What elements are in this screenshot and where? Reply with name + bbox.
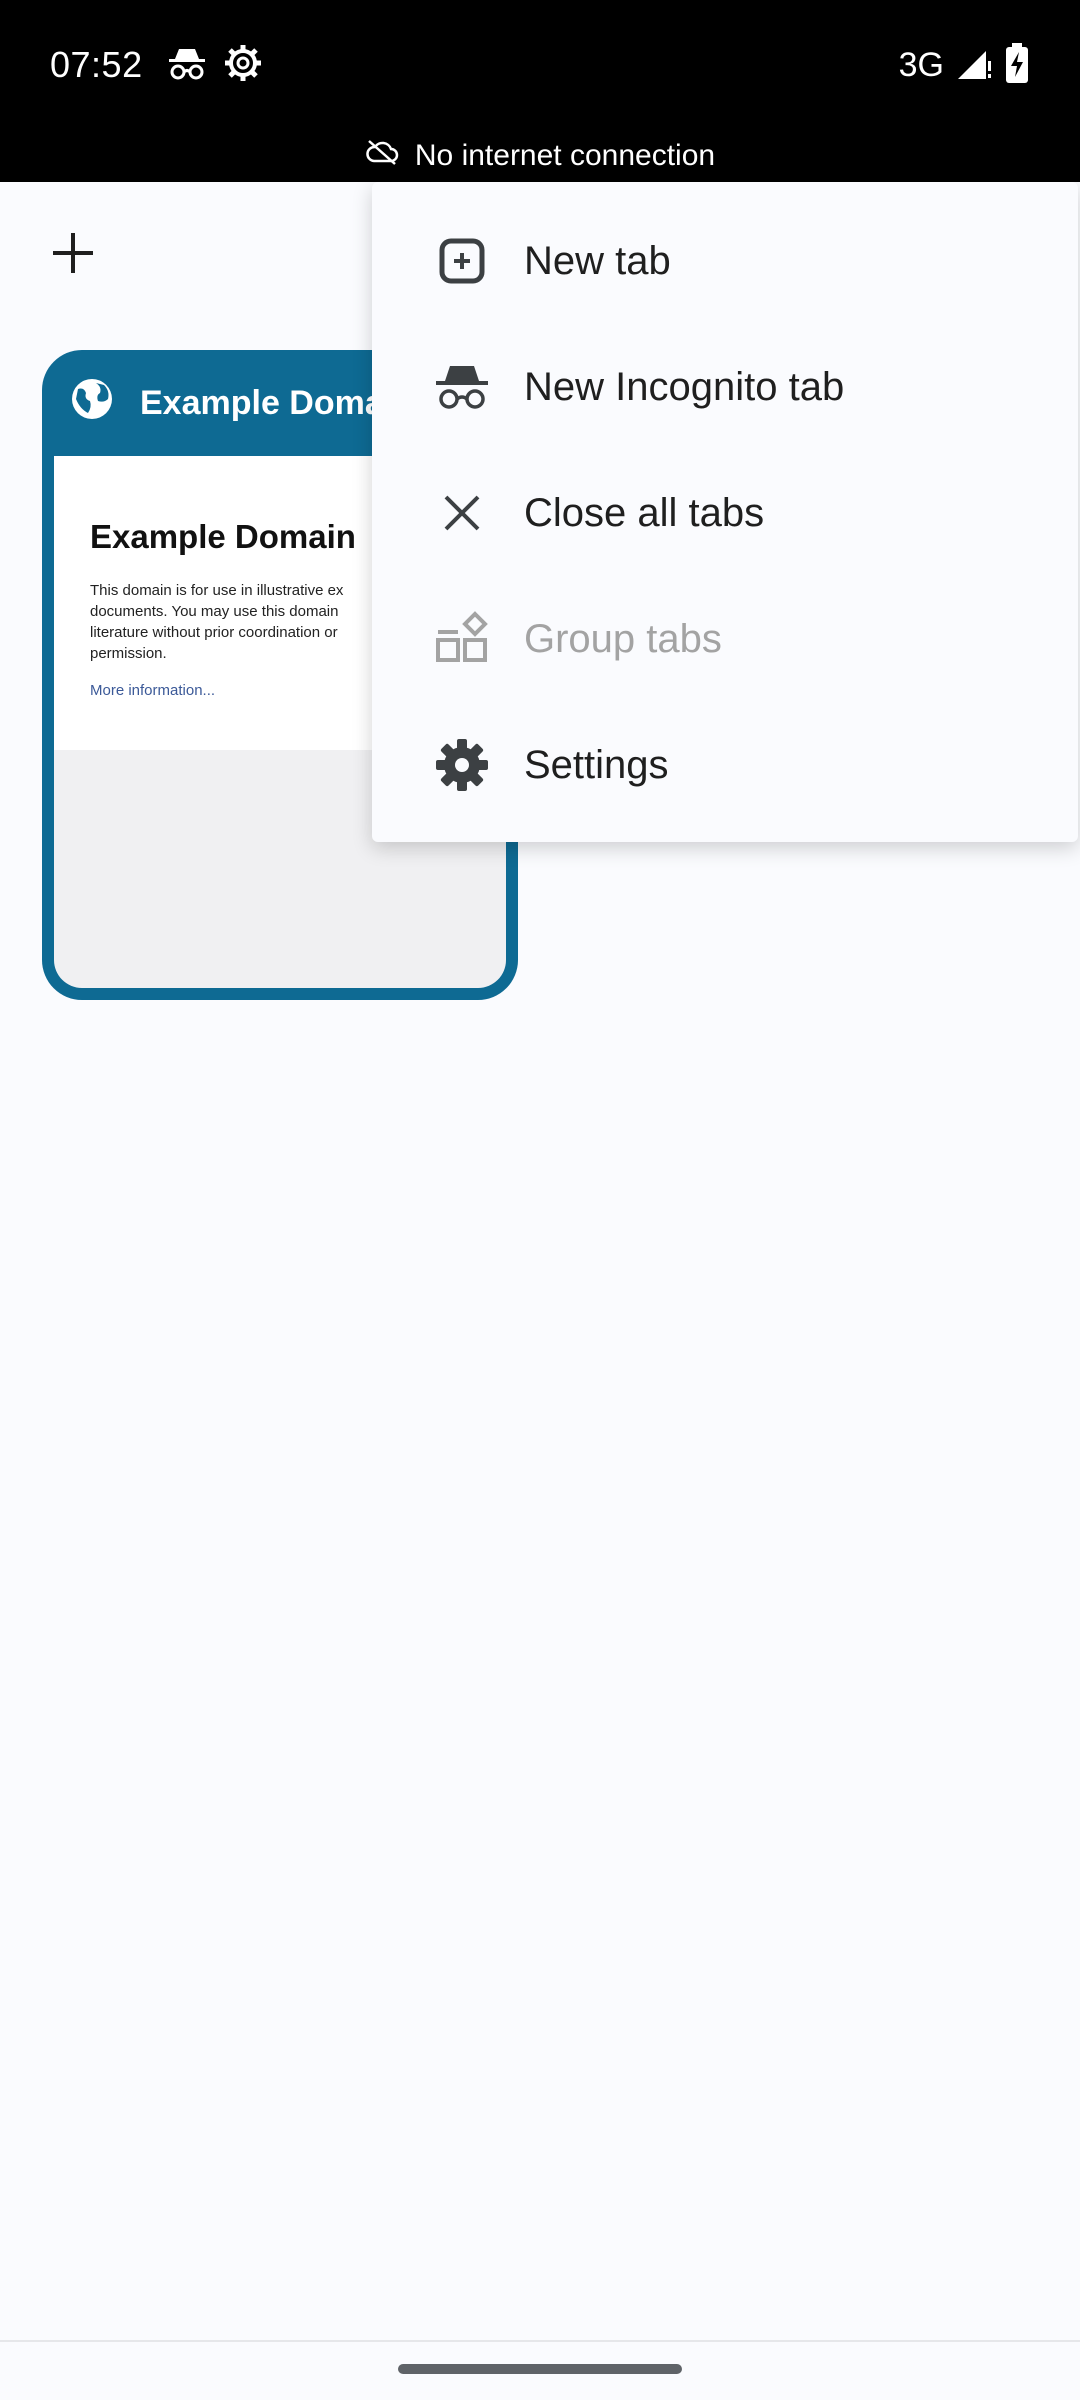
- plus-icon: [53, 233, 93, 273]
- overflow-menu: New tab New Incognito tab Close all tabs: [372, 182, 1078, 842]
- menu-item-label: Settings: [524, 742, 669, 787]
- settings-gear-icon: [223, 43, 263, 88]
- menu-item-label: New tab: [524, 238, 671, 283]
- group-tabs-icon: [432, 609, 492, 669]
- status-time: 07:52: [50, 44, 143, 85]
- gesture-navigation-bar[interactable]: [398, 2364, 682, 2374]
- menu-item-settings[interactable]: Settings: [372, 702, 1078, 828]
- signal-icon: [956, 45, 992, 86]
- network-type: 3G: [898, 45, 944, 84]
- menu-item-group-tabs[interactable]: Group tabs: [372, 576, 1078, 702]
- status-icons-right: 3G: [898, 42, 1030, 88]
- incognito-icon: [167, 45, 207, 86]
- new-tab-icon: [432, 231, 492, 291]
- menu-item-new-tab[interactable]: New tab: [372, 198, 1078, 324]
- offline-banner: No internet connection: [0, 130, 1080, 182]
- menu-item-close-all-tabs[interactable]: Close all tabs: [372, 450, 1078, 576]
- cloud-off-icon: [365, 139, 399, 173]
- bottom-divider: [0, 2340, 1080, 2342]
- close-icon: [432, 483, 492, 543]
- status-bar: 07:52 3G: [0, 0, 1080, 130]
- menu-item-label: Group tabs: [524, 616, 722, 661]
- battery-charging-icon: [1004, 42, 1030, 88]
- settings-icon: [432, 735, 492, 795]
- globe-icon: [70, 377, 114, 430]
- status-icons-left: [167, 43, 263, 88]
- incognito-icon: [432, 357, 492, 417]
- offline-banner-text: No internet connection: [414, 139, 716, 172]
- menu-item-new-incognito-tab[interactable]: New Incognito tab: [372, 324, 1078, 450]
- menu-item-label: New Incognito tab: [524, 364, 845, 409]
- add-tab-button[interactable]: [42, 222, 104, 284]
- menu-item-label: Close all tabs: [524, 490, 765, 535]
